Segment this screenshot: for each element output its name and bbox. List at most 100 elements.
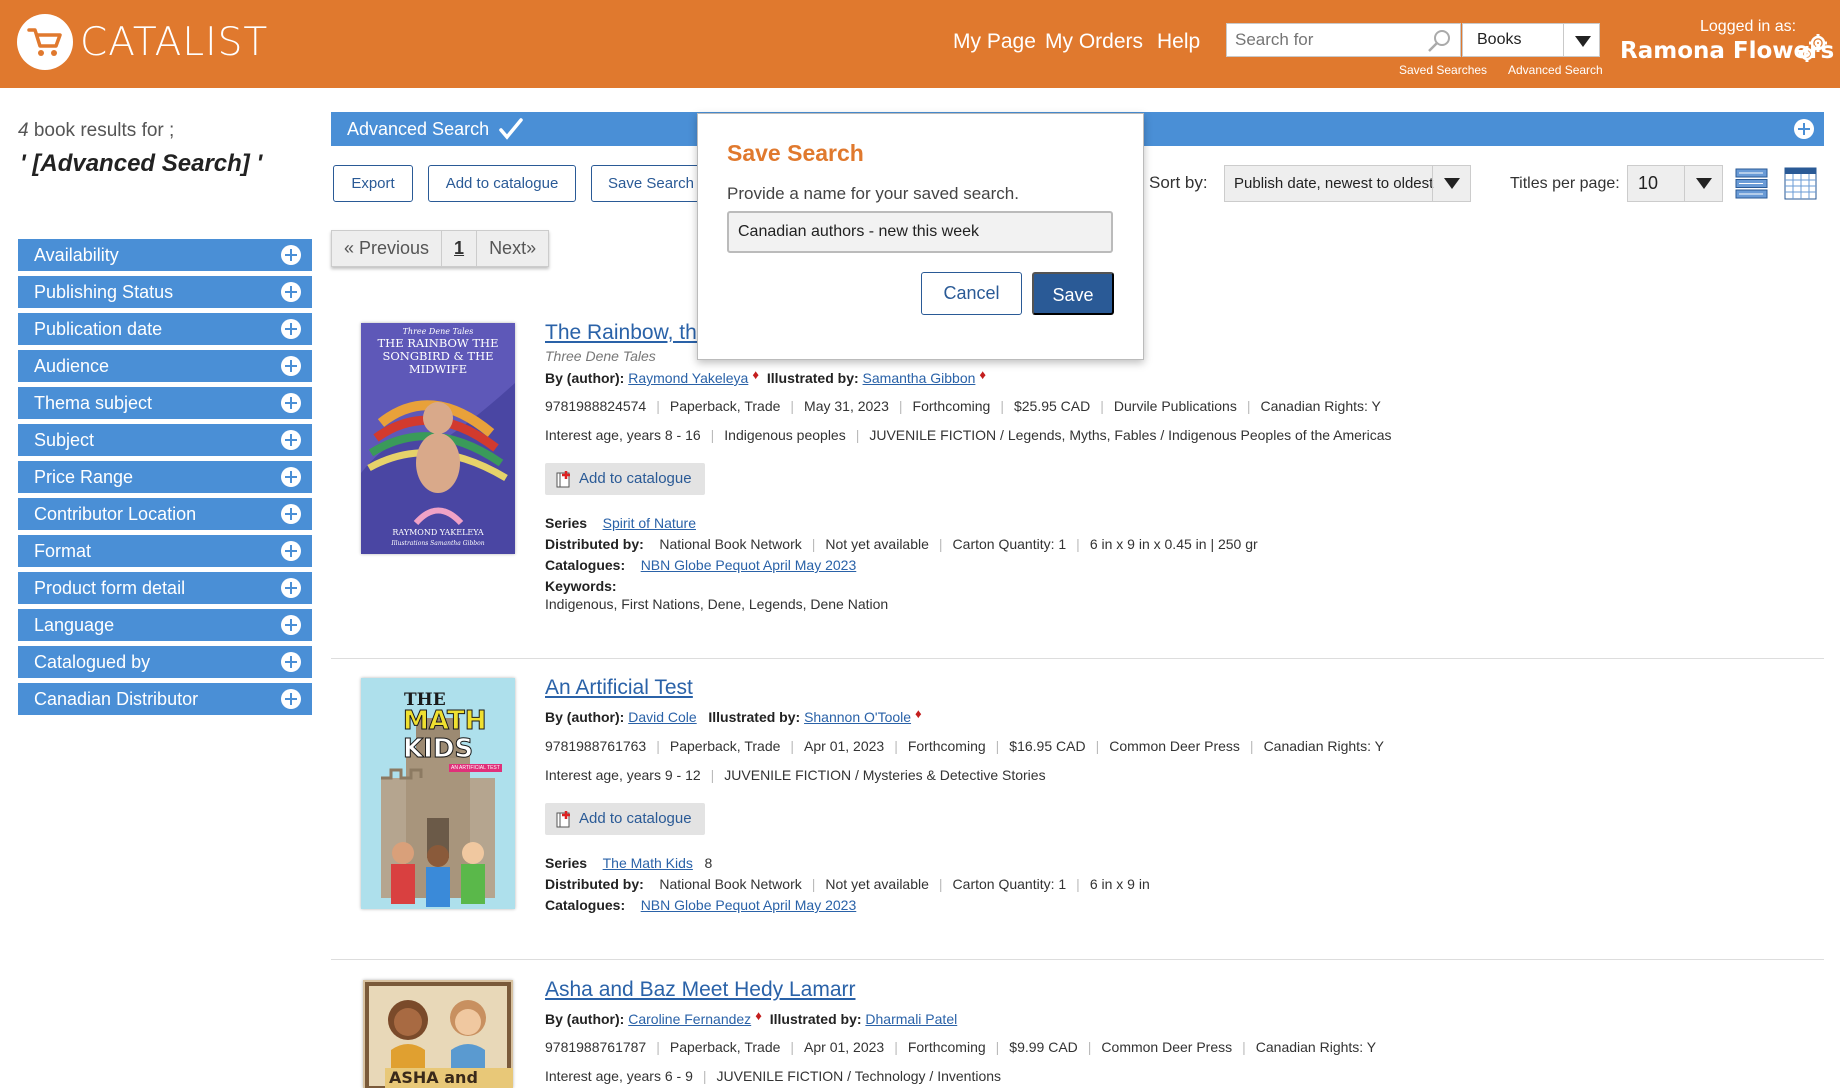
catalogue-link[interactable]: NBN Globe Pequot April May 2023 (641, 557, 857, 573)
audience: Indigenous peoples (724, 427, 846, 443)
plus-circle-icon[interactable] (281, 319, 301, 339)
plus-circle-icon[interactable] (281, 578, 301, 598)
cover-illustrator: Illustrations Samantha Gibbon (391, 540, 485, 547)
plus-circle-icon[interactable] (281, 245, 301, 265)
plus-circle-icon[interactable] (281, 615, 301, 635)
plus-circle-icon[interactable] (281, 541, 301, 561)
distributor: National Book Network (659, 536, 802, 552)
facet-contributor-location[interactable]: Contributor Location (18, 498, 312, 530)
cover-title: THE RAINBOW THE SONGBIRD & THE MIDWIFE (377, 336, 499, 376)
book-title-link[interactable]: The Rainbow, the (545, 321, 708, 345)
plus-circle-icon[interactable] (281, 652, 301, 672)
advanced-search-link[interactable]: Advanced Search (1508, 63, 1603, 77)
cover-title-3: KIDS (402, 734, 474, 765)
series-link[interactable]: The Math Kids (603, 855, 693, 871)
sort-select[interactable]: Publish date, newest to oldest (1224, 165, 1471, 202)
facet-format[interactable]: Format (18, 535, 312, 567)
facet-audience[interactable]: Audience (18, 350, 312, 382)
chevron-down-icon[interactable] (1432, 166, 1470, 201)
author-link[interactable]: David Cole (628, 709, 696, 725)
search-input[interactable] (1227, 24, 1417, 56)
plus-circle-icon[interactable] (281, 356, 301, 376)
cart-logo-icon[interactable] (17, 14, 73, 70)
facet-catalogued-by[interactable]: Catalogued by (18, 646, 312, 678)
maple-leaf-icon: ♦ (752, 367, 759, 382)
nav-help[interactable]: Help (1157, 30, 1200, 54)
illustrator-link[interactable]: Dharmali Patel (865, 1011, 957, 1027)
dialog-title: Save Search (727, 140, 864, 166)
facet-availability[interactable]: Availability (18, 239, 312, 271)
book-title-link[interactable]: An Artificial Test (545, 676, 693, 700)
save-search-button[interactable]: Save Search (591, 165, 711, 202)
results-count-text: book results for ; (28, 120, 175, 141)
illustrator-label: Illustrated by: (708, 709, 801, 725)
plus-circle-icon[interactable] (281, 282, 301, 302)
list-view-icon[interactable] (1735, 167, 1768, 200)
add-to-catalogue-button[interactable]: Add to catalogue (428, 165, 576, 202)
plus-circle-icon[interactable] (281, 467, 301, 487)
cover-author: RAYMOND YAKELEYA (392, 528, 484, 537)
facet-label: Audience (34, 356, 110, 376)
maple-leaf-icon: ♦ (915, 706, 922, 721)
series-link[interactable]: Spirit of Nature (603, 515, 696, 531)
book-title-link[interactable]: Asha and Baz Meet Hedy Lamarr (545, 978, 856, 1002)
plus-circle-icon[interactable] (281, 393, 301, 413)
cancel-button[interactable]: Cancel (921, 272, 1022, 315)
facet-label: Format (34, 541, 92, 561)
plus-circle-icon[interactable] (281, 689, 301, 709)
search-box (1226, 23, 1461, 57)
contributors-line: By (author): David Cole Illustrated by: … (545, 706, 926, 725)
search-icon[interactable] (1426, 29, 1452, 53)
facet-price-range[interactable]: Price Range (18, 461, 312, 493)
chevron-down-icon[interactable] (1563, 24, 1599, 56)
interest-age: Interest age, years 8 - 16 (545, 427, 701, 443)
catalogue-link[interactable]: NBN Globe Pequot April May 2023 (641, 897, 857, 913)
facet-label: Subject (34, 430, 95, 450)
book-cover-image[interactable]: ASHA and BAZ (363, 980, 513, 1088)
add-to-catalogue-button[interactable]: Add to catalogue (545, 803, 705, 835)
grid-view-icon[interactable] (1784, 167, 1817, 200)
search-name-input[interactable]: Canadian authors - new this week (727, 211, 1113, 253)
isbn: 9781988761787 (545, 1039, 647, 1055)
illustrator-link[interactable]: Shannon O'Toole (804, 709, 911, 725)
author-link[interactable]: Caroline Fernandez (628, 1011, 751, 1027)
saved-searches-link[interactable]: Saved Searches (1399, 63, 1487, 77)
titles-per-page-select[interactable]: 10 (1627, 165, 1723, 202)
illustrator-link[interactable]: Samantha Gibbon (863, 370, 976, 386)
nav-my-orders[interactable]: My Orders (1045, 30, 1143, 54)
search-type-select[interactable]: Books (1462, 23, 1600, 57)
add-to-catalogue-button[interactable]: Add to catalogue (545, 463, 705, 495)
catalogues-label: Catalogues: (545, 897, 626, 913)
pagination: « Previous 1 Next» (331, 230, 550, 267)
chevron-down-icon[interactable] (1684, 166, 1722, 201)
page-number-1[interactable]: 1 (442, 231, 478, 266)
series-line: Series Spirit of Nature (545, 515, 696, 531)
facet-subject[interactable]: Subject (18, 424, 312, 456)
pub-date: May 31, 2023 (804, 398, 889, 414)
plus-circle-icon[interactable] (281, 430, 301, 450)
book-cover-image[interactable]: THE MATH KIDS AN ARTIFICIAL TEST (361, 678, 515, 909)
nav-my-page[interactable]: My Page (953, 30, 1036, 54)
facet-canadian-distributor[interactable]: Canadian Distributor (18, 683, 312, 715)
plus-circle-icon[interactable] (281, 504, 301, 524)
gear-icon[interactable] (1798, 32, 1830, 64)
facet-language[interactable]: Language (18, 609, 312, 641)
titles-per-page-label: Titles per page: (1510, 175, 1620, 192)
checkmark-icon (499, 118, 523, 140)
facet-thema-subject[interactable]: Thema subject (18, 387, 312, 419)
next-page-button[interactable]: Next» (477, 231, 548, 266)
book-cover-image[interactable]: Three Dene Tales THE RAINBOW THE SONGBIR… (361, 323, 515, 554)
plus-circle-icon[interactable] (1794, 119, 1814, 139)
pub-status: Forthcoming (912, 398, 991, 414)
series-label: Series (545, 855, 588, 871)
author-link[interactable]: Raymond Yakeleya (628, 370, 748, 386)
export-button[interactable]: Export (333, 165, 413, 202)
facet-publishing-status[interactable]: Publishing Status (18, 276, 312, 308)
brand-name[interactable]: CATALIST (80, 20, 268, 65)
previous-page-button[interactable]: « Previous (332, 231, 443, 266)
book-meta-line: 9781988761763 | Paperback, Trade | Apr 01, 2… (545, 738, 1384, 754)
facet-product-form-detail[interactable]: Product form detail (18, 572, 312, 604)
save-button[interactable]: Save (1032, 272, 1114, 315)
facet-publication-date[interactable]: Publication date (18, 313, 312, 345)
dialog-prompt: Provide a name for your saved search. (727, 184, 1019, 203)
